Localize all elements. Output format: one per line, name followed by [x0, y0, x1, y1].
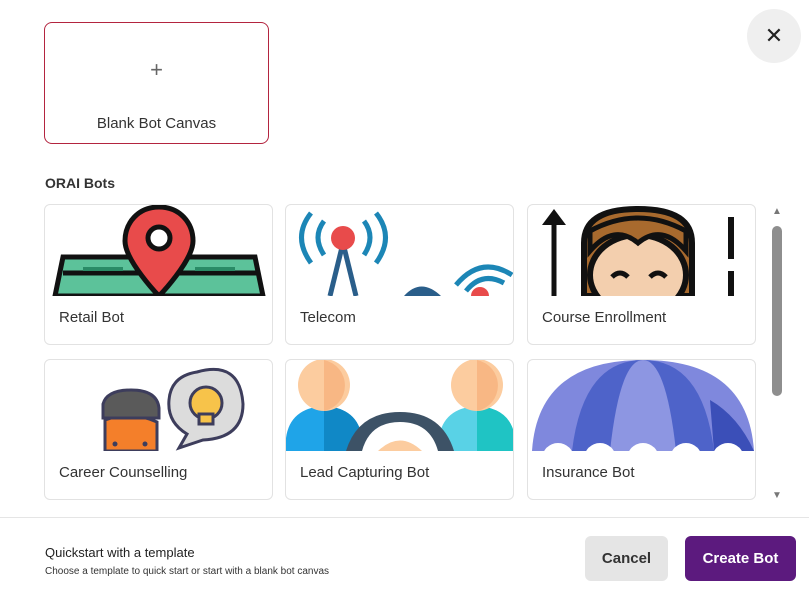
close-button[interactable]: ✕: [747, 9, 801, 63]
blank-bot-canvas-card[interactable]: + Blank Bot Canvas: [44, 22, 269, 144]
template-list-scrollbar[interactable]: ▲ ▼: [768, 204, 786, 504]
footer-subtitle: Choose a template to quick start or star…: [45, 566, 330, 577]
close-icon: ✕: [764, 23, 784, 48]
scroll-thumb[interactable]: [772, 226, 782, 396]
student-icon: [528, 205, 755, 296]
people-magnifier-icon: [286, 360, 513, 451]
template-card-label: Lead Capturing Bot: [300, 464, 430, 481]
template-card-lead-capturing-bot[interactable]: Lead Capturing Bot: [285, 359, 514, 500]
footer-divider: [0, 517, 809, 518]
idea-person-icon: [45, 360, 272, 451]
template-card-telecom[interactable]: Telecom: [285, 204, 514, 345]
template-card-insurance-bot[interactable]: Insurance Bot: [527, 359, 756, 500]
template-card-retail-bot[interactable]: Retail Bot: [44, 204, 273, 345]
plus-icon: +: [150, 57, 163, 82]
scroll-up-icon[interactable]: ▲: [772, 206, 782, 217]
template-card-label: Telecom: [300, 309, 356, 326]
cancel-button[interactable]: Cancel: [585, 536, 668, 581]
footer-title: Quickstart with a template: [45, 545, 195, 560]
template-card-career-counselling[interactable]: Career Counselling: [44, 359, 273, 500]
template-card-label: Insurance Bot: [542, 464, 635, 481]
section-title: ORAI Bots: [45, 175, 115, 191]
create-bot-button[interactable]: Create Bot: [685, 536, 796, 581]
signal-tower-icon: [286, 205, 513, 296]
template-card-label: Course Enrollment: [542, 309, 667, 326]
map-pin-icon: [45, 205, 272, 296]
scroll-down-icon[interactable]: ▼: [772, 490, 782, 501]
blank-bot-canvas-label: Blank Bot Canvas: [96, 115, 217, 132]
template-card-label: Retail Bot: [59, 309, 125, 326]
umbrella-icon: [528, 360, 755, 451]
template-card-course-enrollment[interactable]: Course Enrollment: [527, 204, 756, 345]
template-card-label: Career Counselling: [59, 464, 188, 481]
